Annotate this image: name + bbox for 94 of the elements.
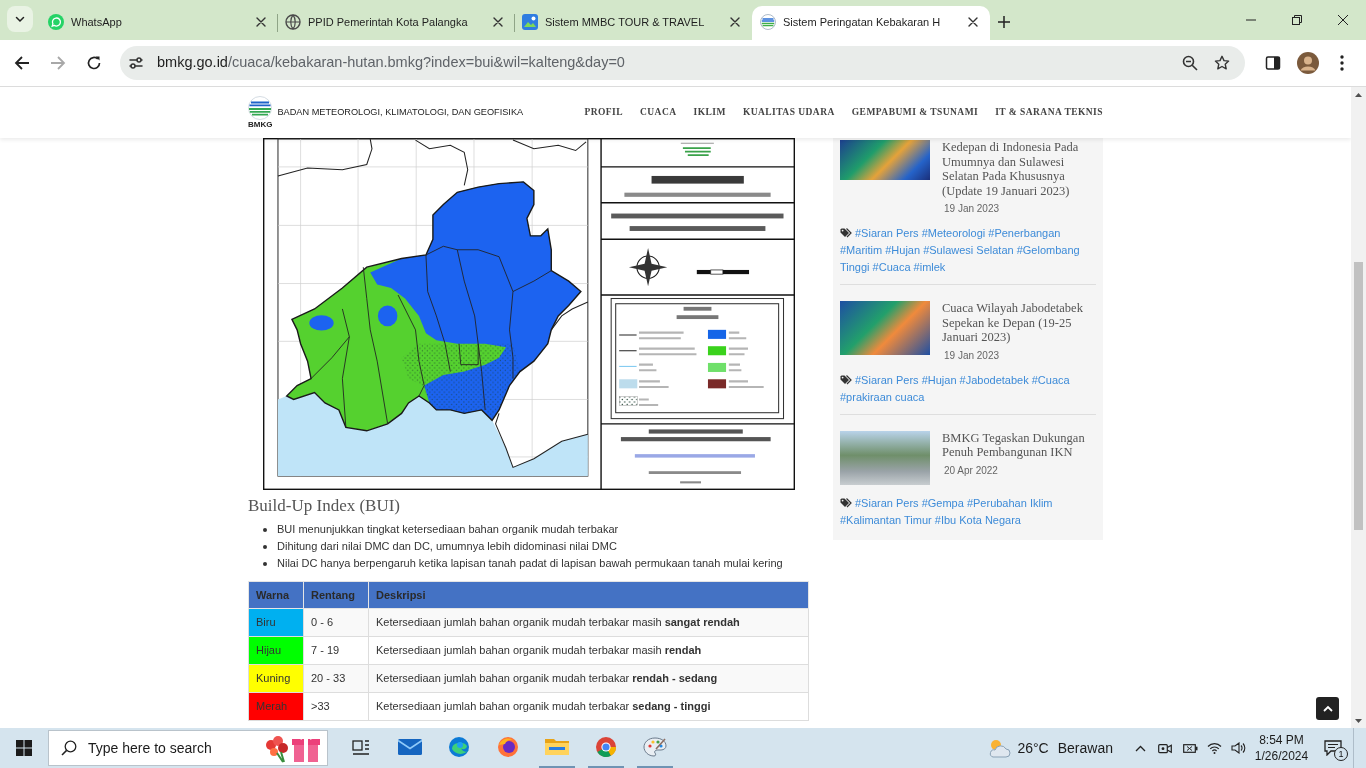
post-date: 19 Jan 2023 [944,348,1001,362]
table-cell: Ketersediaan jumlah bahan organik mudah terbakar masih rendah [368,636,809,665]
speaker-icon[interactable] [1230,742,1246,754]
bullet-text: BUI menunjukkan tingkat ketersediaan bahan organik mudah terbakar [277,522,619,538]
bullet-icon [263,561,267,566]
table-cell: Ketersediaan jumlah bahan organik mudah terbakar rendah - sedang [368,664,809,693]
table-cell: 20 - 33 [303,664,369,693]
arrow-down-icon[interactable] [1355,718,1362,723]
color-cell: Biru [248,608,304,637]
arrow-left-icon[interactable] [14,55,30,71]
bullet-text: Dihitung dari nilai DMC dan DC, umumnya lebih didominasi nilai DMC [277,539,617,555]
arrow-up-icon[interactable] [1355,92,1362,97]
nav-link[interactable]: KUALITAS UDARA [742,105,835,120]
image-placeholder[interactable] [840,140,930,180]
table-cell: 7 - 19 [303,636,369,665]
scrollbar[interactable] [1351,87,1366,728]
side-panel-icon[interactable] [1265,55,1281,71]
site-settings-icon[interactable] [128,55,144,71]
folder-icon[interactable] [544,737,569,757]
chevron-up-icon [1322,705,1333,712]
envelope-icon[interactable] [397,737,422,757]
tags-icon [840,374,853,385]
swirl-icon[interactable] [447,736,470,758]
color-cell: Merah [248,692,304,721]
nav-link[interactable]: GEMPABUMI & TSUNAMI [851,105,979,120]
logo-text: BMKG [248,120,273,129]
table-cell: Ketersediaan jumlah bahan organik mudah terbakar masih sangat rendah [368,608,809,637]
camera-icon[interactable] [1158,742,1172,754]
globe-icon [285,14,301,30]
chevron-up-icon[interactable] [1135,744,1146,752]
swoosh-orb-icon[interactable] [496,736,519,758]
wifi-icon[interactable] [1206,742,1222,754]
close-icon[interactable] [966,15,980,29]
weather-condition[interactable]: Berawan [1057,737,1113,759]
chat-bubble-icon [48,14,64,30]
image-placeholder[interactable] [840,301,930,355]
post-date: 19 Jan 2023 [944,202,1001,215]
post-title-link[interactable]: BMKG Tegaskan Dukungan Penuh Pembangunan IKN [942,430,1096,460]
close-icon[interactable] [254,15,268,29]
restore-icon[interactable] [1292,15,1302,25]
table-cell: Ketersediaan jumlah bahan organik mudah terbakar sedang - tinggi [368,692,809,721]
notification-badge: 1 [1334,747,1348,761]
address-bar[interactable]: bmkg.go.id/cuaca/kebakaran-hutan.bmkg?index=bui&wil=kalteng&day=0 [120,46,1245,80]
bullet-text: Nilai DC hanya berpengaruh ketika lapisan tanah padat di lapisan bawah permukaan tanah mulai kering [277,556,783,572]
avatar-icon[interactable] [1297,52,1319,74]
table-cell: 0 - 6 [303,608,369,637]
color-cell: Kuning [248,664,304,693]
post-title-link[interactable]: Cuaca Wilayah Jabodetabek Sepekan ke Depan (19-25 Januari 2023) [942,301,1096,345]
close-icon[interactable] [491,15,505,29]
column-header: Deskripsi [368,581,809,609]
windows-logo-icon[interactable] [16,740,32,756]
nav-link[interactable]: IT & SARANA TEKNIS [995,105,1103,120]
task-view-icon[interactable] [351,740,370,756]
search-field[interactable]: Type here to search [48,730,328,766]
column-header: Rentang [303,581,369,609]
reload-icon[interactable] [86,55,102,71]
tags-icon [840,228,853,238]
plus-icon[interactable] [997,15,1011,29]
palette-icon[interactable] [642,736,667,758]
site-name[interactable]: BADAN METEOROLOGI, KLIMATOLOGI, DAN GEOFISIKA [277,105,524,120]
bullet-icon [263,544,267,549]
nav-link[interactable]: PROFIL [584,105,623,120]
post-date: 20 Apr 2022 [944,463,999,477]
circle-segments-icon[interactable] [594,736,617,758]
bullet-icon [263,527,267,532]
clock[interactable]: 8:54 PM 1/26/2024 [1250,732,1313,764]
column-header: Warna [248,581,304,609]
nav-link[interactable]: CUACA [639,105,677,120]
search-icon [61,740,77,756]
tab[interactable]: PPID Pemerintah Kota Palangka [277,6,515,40]
zoom-out-icon[interactable] [1182,55,1198,71]
striped-circle-icon [760,14,776,30]
post-title-link[interactable]: Kedepan di Indonesia Pada Umumnya dan Sulawesi Selatan Pada Khususnya (Update 19 Januari 2023) [942,140,1096,198]
tab[interactable]: WhatsApp [40,6,278,40]
flowers-gift-icon [263,733,321,763]
color-cell: Hijau [248,636,304,665]
scrollbar-thumb[interactable] [1354,262,1363,530]
close-icon[interactable] [728,15,742,29]
scroll-to-top-button[interactable] [1316,697,1339,720]
tags-icon [840,497,853,508]
star-icon[interactable] [1214,55,1230,71]
table-cell: >33 [303,692,369,721]
tab-search-button[interactable] [7,6,33,32]
image-icon [522,14,538,30]
logo-icon[interactable] [248,96,273,120]
menu-dots-icon[interactable] [1340,55,1344,71]
nav-link[interactable]: IKLIM [693,105,726,120]
close-icon[interactable] [1338,15,1348,25]
tab[interactable]: Sistem MMBC TOUR & TRAVEL [514,6,752,40]
message-icon[interactable] [1324,740,1342,756]
battery-icon[interactable] [1182,742,1198,754]
weather-temperature[interactable]: 26°C [1017,737,1049,759]
section-heading: Build-Up Index (BUI) [248,495,402,517]
tab[interactable]: Sistem Peringatan Kebakaran H [752,6,990,40]
